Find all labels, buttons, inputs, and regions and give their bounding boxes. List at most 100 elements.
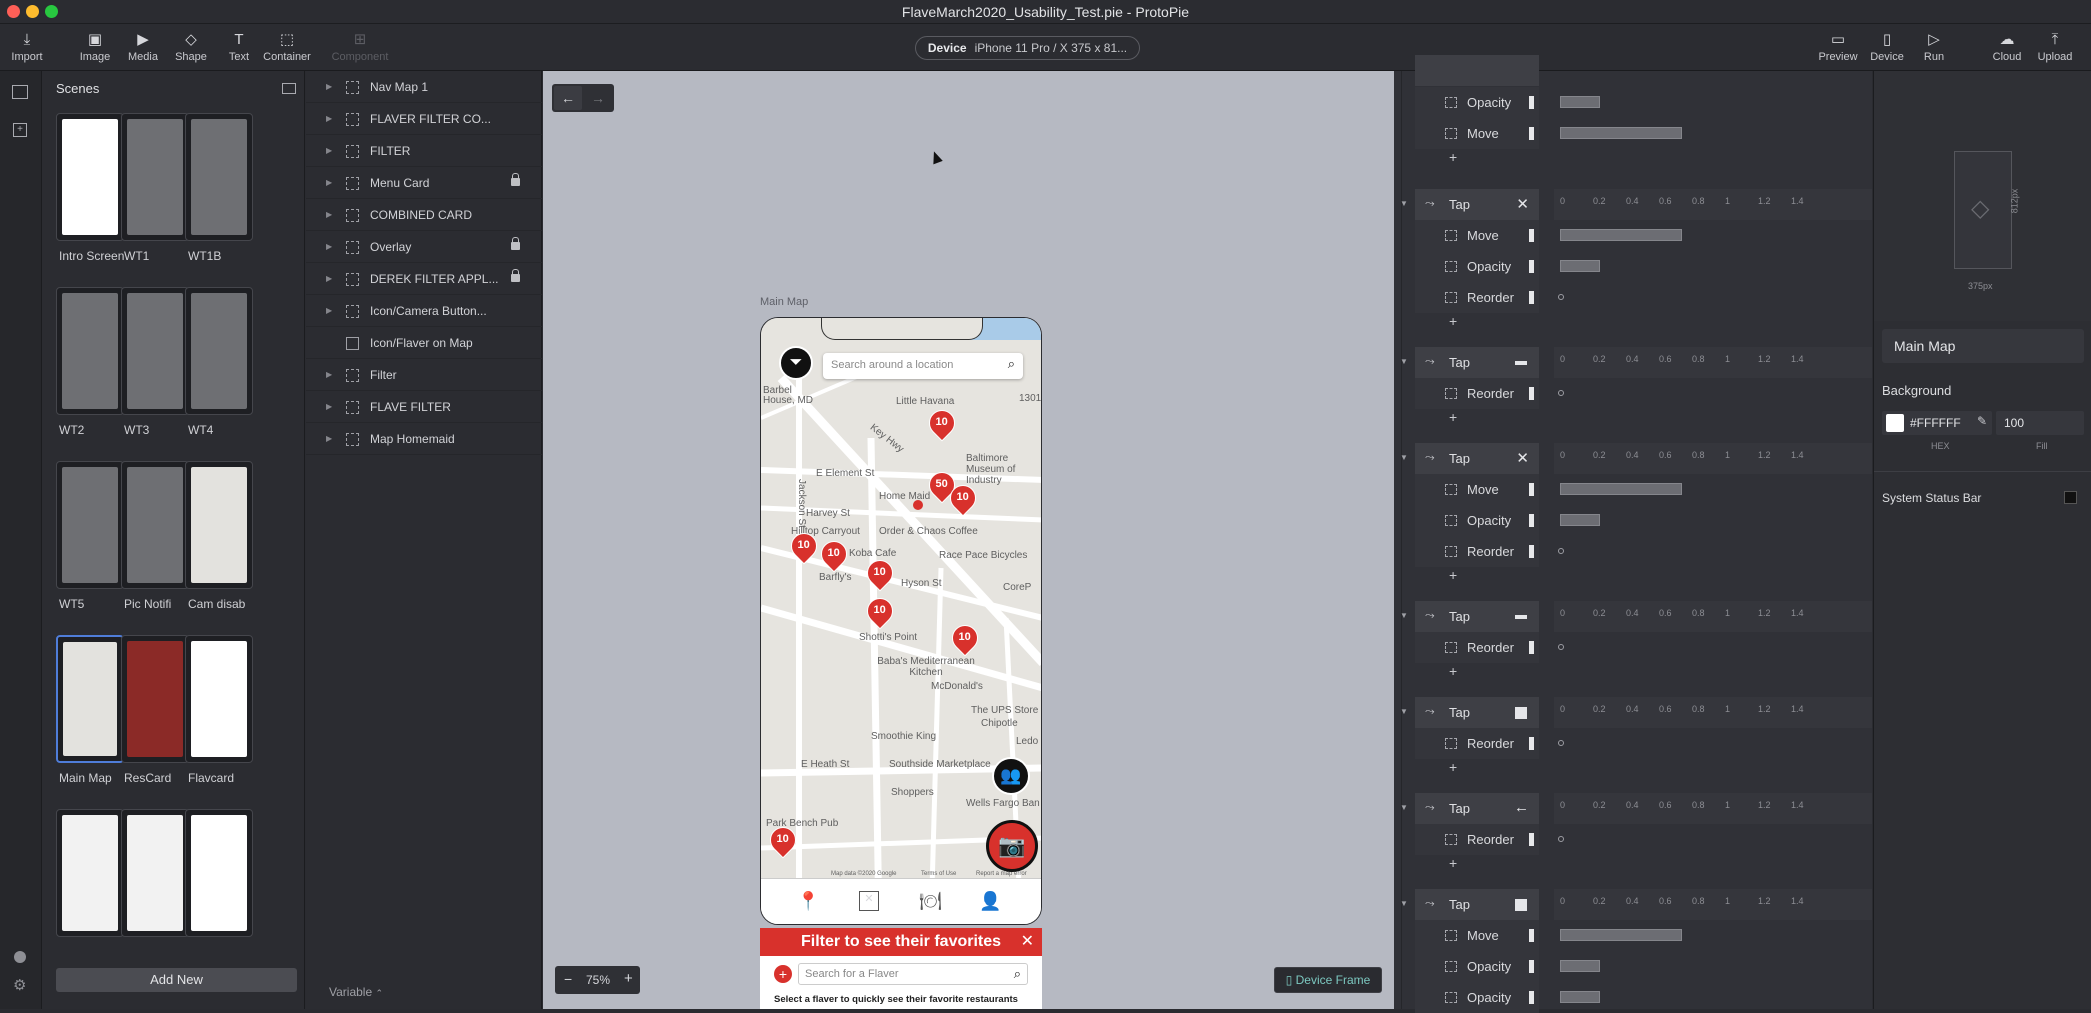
zoom-in-icon[interactable]: + xyxy=(624,970,633,987)
opacity-duration-bar[interactable] xyxy=(1560,96,1600,108)
collapse-triangle-icon[interactable]: ▼ xyxy=(1400,611,1408,620)
response-row[interactable]: Move xyxy=(1415,220,1539,251)
close-icon[interactable]: ✕ xyxy=(1021,928,1034,956)
settings-gear-icon[interactable]: ⚙ xyxy=(13,976,26,994)
add-response-button[interactable]: + xyxy=(1449,759,1457,775)
collapse-triangle-icon[interactable]: ▼ xyxy=(1400,453,1408,462)
text-button[interactable]: T Text xyxy=(214,32,264,64)
close-icon[interactable]: ✕ xyxy=(1516,195,1529,213)
scene-thumbnail[interactable] xyxy=(185,635,253,763)
status-bar-checkbox[interactable] xyxy=(2064,491,2077,504)
add-response-button[interactable]: + xyxy=(1449,855,1457,871)
close-icon[interactable]: ✕ xyxy=(1516,449,1529,467)
layer-item[interactable]: ▶ Menu Card xyxy=(306,167,542,199)
response-toggle[interactable] xyxy=(1529,483,1534,496)
user-icon[interactable] xyxy=(14,951,26,963)
run-button[interactable]: ▷ Run xyxy=(1909,32,1959,64)
filter-funnel-icon[interactable]: ⏷ xyxy=(779,346,813,380)
lock-icon[interactable] xyxy=(511,237,520,250)
expand-triangle-icon[interactable]: ▶ xyxy=(326,103,332,135)
scene-thumbnail[interactable] xyxy=(185,809,253,937)
response-toggle[interactable] xyxy=(1529,737,1534,750)
trigger-header[interactable]: Tap ⤳ xyxy=(1415,697,1539,728)
response-row[interactable]: Move xyxy=(1415,118,1539,149)
background-color-swatch[interactable] xyxy=(1886,414,1904,432)
layer-item[interactable]: Icon/Flaver on Map xyxy=(306,327,542,359)
shape-button[interactable]: ◇ Shape xyxy=(166,32,216,64)
response-toggle[interactable] xyxy=(1529,833,1534,846)
phone-frame[interactable]: ⏷ Search around a location ⌕ Little Hava… xyxy=(760,317,1042,925)
response-toggle[interactable] xyxy=(1529,229,1534,242)
opacity-duration-bar[interactable] xyxy=(1560,960,1600,972)
reorder-keyframe[interactable] xyxy=(1558,836,1564,842)
trigger-header[interactable] xyxy=(1415,55,1539,86)
trigger-header[interactable]: Tap ⤳ ✕ xyxy=(1415,189,1539,220)
search-icon[interactable]: ⌕ xyxy=(1008,356,1015,372)
move-duration-bar[interactable] xyxy=(1560,127,1682,139)
reorder-keyframe[interactable] xyxy=(1558,548,1564,554)
expand-triangle-icon[interactable]: ▶ xyxy=(326,231,332,263)
device-frame-button[interactable]: ▯ Device Frame xyxy=(1274,967,1382,993)
response-toggle[interactable] xyxy=(1529,387,1534,400)
move-duration-bar[interactable] xyxy=(1560,929,1682,941)
scene-thumbnail[interactable] xyxy=(185,287,253,415)
scene-thumbnail[interactable] xyxy=(121,113,189,241)
scan-tab-icon[interactable]: ✕ xyxy=(859,891,879,911)
scene-name-field[interactable]: Main Map xyxy=(1882,329,2084,363)
expand-triangle-icon[interactable]: ▶ xyxy=(326,263,332,295)
preview-button[interactable]: ▭ Preview xyxy=(1813,32,1863,64)
expand-triangle-icon[interactable]: ▶ xyxy=(326,391,332,423)
response-row[interactable]: Reorder xyxy=(1415,632,1539,663)
expand-triangle-icon[interactable]: ▶ xyxy=(326,71,332,103)
response-toggle[interactable] xyxy=(1529,96,1534,109)
map-terms-link[interactable]: Terms of Use xyxy=(921,871,956,877)
device-selector[interactable]: Device iPhone 11 Pro / X 375 x 81... xyxy=(915,36,1140,60)
square-icon[interactable] xyxy=(1515,707,1527,719)
response-toggle[interactable] xyxy=(1529,127,1534,140)
group-people-icon[interactable]: 👥 xyxy=(992,757,1030,795)
layer-item[interactable]: ▶ COMBINED CARD xyxy=(306,199,542,231)
device-button[interactable]: ▯ Device xyxy=(1862,32,1912,64)
response-row[interactable]: Reorder xyxy=(1415,536,1539,567)
dish-tab-icon[interactable]: 🍽 xyxy=(919,891,942,912)
add-scene-icon[interactable]: + xyxy=(13,123,27,137)
opacity-duration-bar[interactable] xyxy=(1560,260,1600,272)
trigger-header[interactable]: Tap ⤳ xyxy=(1415,889,1539,920)
layer-item[interactable]: ▶ FLAVER FILTER CO... xyxy=(306,103,542,135)
map-pin-tab-icon[interactable]: 📍 xyxy=(797,891,819,912)
container-button[interactable]: ⬚ Container xyxy=(262,32,312,64)
expand-triangle-icon[interactable]: ▶ xyxy=(326,135,332,167)
response-row[interactable]: Opacity xyxy=(1415,251,1539,282)
response-toggle[interactable] xyxy=(1529,991,1534,1004)
response-row[interactable]: Reorder xyxy=(1415,282,1539,313)
layer-item[interactable]: ▶ Map Homemaid xyxy=(306,423,542,455)
response-toggle[interactable] xyxy=(1529,641,1534,654)
eyedropper-icon[interactable]: ✎ xyxy=(1977,414,1987,428)
forward-arrow-icon[interactable]: → xyxy=(584,86,612,110)
collapse-triangle-icon[interactable]: ▼ xyxy=(1400,899,1408,908)
collapse-triangle-icon[interactable]: ▼ xyxy=(1400,357,1408,366)
add-response-button[interactable]: + xyxy=(1449,313,1457,329)
camera-icon[interactable]: 📷 xyxy=(986,820,1038,872)
move-duration-bar[interactable] xyxy=(1560,483,1682,495)
scene-thumbnail[interactable] xyxy=(185,113,253,241)
response-toggle[interactable] xyxy=(1529,960,1534,973)
move-duration-bar[interactable] xyxy=(1560,229,1682,241)
response-toggle[interactable] xyxy=(1529,514,1534,527)
reorder-keyframe[interactable] xyxy=(1558,390,1564,396)
trigger-header[interactable]: Tap ⤳ ← xyxy=(1415,793,1539,824)
minus-icon[interactable] xyxy=(1515,361,1527,365)
expand-triangle-icon[interactable]: ▶ xyxy=(326,295,332,327)
zoom-level[interactable]: 75% xyxy=(586,973,610,987)
response-row[interactable]: Opacity xyxy=(1415,505,1539,536)
media-button[interactable]: ▶ Media xyxy=(118,32,168,64)
layer-item[interactable]: ▶ FLAVE FILTER xyxy=(306,391,542,423)
back-arrow-icon[interactable]: ← xyxy=(1514,799,1529,816)
expand-triangle-icon[interactable]: ▶ xyxy=(326,199,332,231)
response-row[interactable]: Opacity xyxy=(1415,982,1539,1013)
scene-thumbnail[interactable] xyxy=(185,461,253,589)
response-toggle[interactable] xyxy=(1529,260,1534,273)
expand-triangle-icon[interactable]: ▶ xyxy=(326,167,332,199)
scene-thumbnail[interactable] xyxy=(121,461,189,589)
response-row[interactable]: Opacity xyxy=(1415,951,1539,982)
